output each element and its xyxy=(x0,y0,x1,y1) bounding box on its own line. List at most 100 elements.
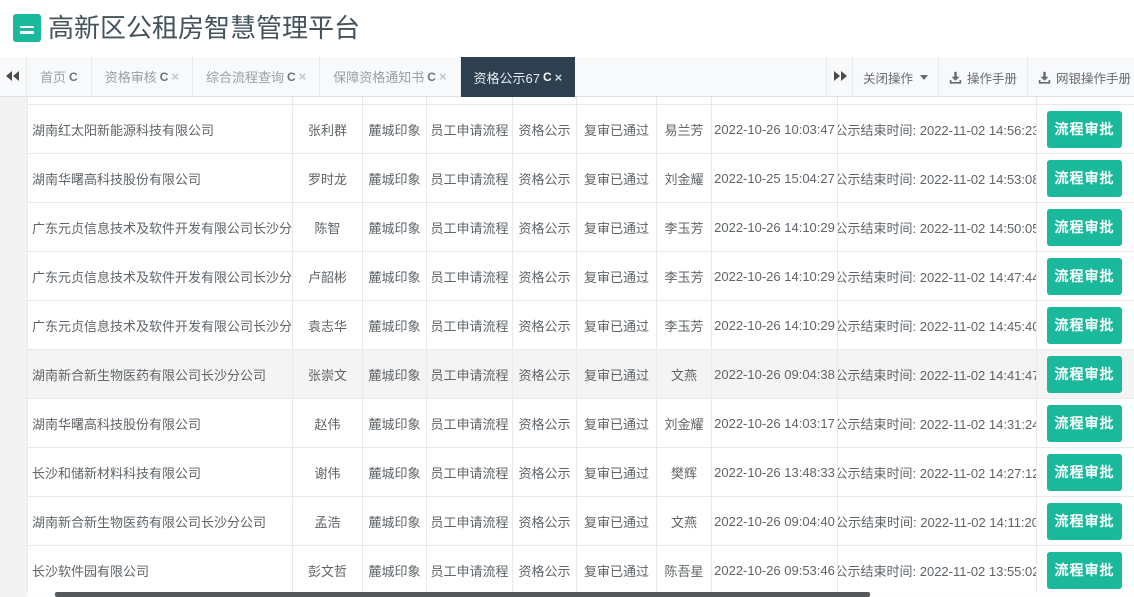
cell-apply-time: 2022-10-26 13:48:33 xyxy=(712,448,838,497)
refresh-icon[interactable]: C xyxy=(287,70,296,84)
cell-estate: 麓城印象 xyxy=(363,154,427,203)
cell-action: 流程审批 xyxy=(1037,399,1134,448)
cell-apply-time: 2022-10-25 15:04:27 xyxy=(712,154,838,203)
cell-estate: 麓城印象 xyxy=(363,301,427,350)
cell-action: 流程审批 xyxy=(1037,252,1134,301)
table-row[interactable]: 长沙和储新材料科技有限公司 谢伟 麓城印象 员工申请流程 资格公示 复审已通过 … xyxy=(27,448,1134,497)
table-row[interactable]: 广东元贞信息技术及软件开发有限公司长沙分公司 袁志华 麓城印象 员工申请流程 资… xyxy=(27,301,1134,350)
cell-flow-type: 员工申请流程 xyxy=(427,350,513,399)
refresh-icon[interactable]: C xyxy=(160,70,169,84)
tab-qualification-review[interactable]: 资格审核 C × xyxy=(92,57,193,96)
tabs-scroll-left-button[interactable] xyxy=(0,57,27,96)
cell-flow-type: 员工申请流程 xyxy=(427,203,513,252)
process-approval-button[interactable]: 流程审批 xyxy=(1047,356,1122,393)
cell-flow-type: 员工申请流程 xyxy=(427,301,513,350)
cell-auditor: 李玉芳 xyxy=(657,252,712,301)
cell-node: 资格公示 xyxy=(513,448,577,497)
cell-action: 流程审批 xyxy=(1037,350,1134,399)
cell-action: 流程审批 xyxy=(1037,497,1134,546)
table-row[interactable]: 湖南华曙高科技股份有限公司 罗时龙 麓城印象 员工申请流程 资格公示 复审已通过… xyxy=(27,154,1134,203)
cell-status: 复审已通过 xyxy=(577,252,657,301)
cell-action: 流程审批 xyxy=(1037,301,1134,350)
cell-apply-time: 2022-10-26 10:03:47 xyxy=(712,105,838,154)
cell-status: 复审已通过 xyxy=(577,546,657,595)
cell-publicity-end-time: 公示结束时间: 2022-11-02 14:47:44 xyxy=(838,252,1037,301)
close-operations-dropdown[interactable]: 关闭操作 xyxy=(853,57,939,97)
cell-publicity-end-time: 公示结束时间: 2022-11-02 14:27:12 xyxy=(838,448,1037,497)
cell-company: 湖南华曙高科技股份有限公司 xyxy=(27,154,293,203)
cell-node: 资格公示 xyxy=(513,252,577,301)
cell-status: 复审已通过 xyxy=(577,399,657,448)
cell-action: 流程审批 xyxy=(1037,546,1134,595)
table-row[interactable]: 长沙软件园有限公司 彭文哲 麓城印象 员工申请流程 资格公示 复审已通过 陈吾星… xyxy=(27,546,1134,595)
tab-qualification-publicity-active[interactable]: 资格公示67 C × xyxy=(461,57,576,97)
table-row[interactable]: 广东元贞信息技术及软件开发有限公司长沙分公司 卢韶彬 麓城印象 员工申请流程 资… xyxy=(27,252,1134,301)
cell-node: 资格公示 xyxy=(513,154,577,203)
cell-company: 湖南新合新生物医药有限公司长沙分公司 xyxy=(27,350,293,399)
tab-process-query[interactable]: 综合流程查询 C × xyxy=(193,57,320,96)
cell-company: 长沙软件园有限公司 xyxy=(27,546,293,595)
cell-applicant: 孟浩 xyxy=(293,497,363,546)
process-approval-button[interactable]: 流程审批 xyxy=(1047,307,1122,344)
cell-auditor: 刘金耀 xyxy=(657,154,712,203)
cell-apply-time: 2022-10-26 14:03:17 xyxy=(712,399,838,448)
table-row[interactable]: 湖南华曙高科技股份有限公司 赵伟 麓城印象 员工申请流程 资格公示 复审已通过 … xyxy=(27,399,1134,448)
cell-status: 复审已通过 xyxy=(577,497,657,546)
operation-manual-button[interactable]: 操作手册 xyxy=(939,57,1028,97)
process-approval-button[interactable]: 流程审批 xyxy=(1047,405,1122,442)
refresh-icon[interactable]: C xyxy=(543,70,552,84)
table-row[interactable]: 湖南新合新生物医药有限公司长沙分公司 孟浩 麓城印象 员工申请流程 资格公示 复… xyxy=(27,497,1134,546)
cell-applicant: 张利群 xyxy=(293,105,363,154)
cell-action: 流程审批 xyxy=(1037,203,1134,252)
cell-node: 资格公示 xyxy=(513,301,577,350)
cell-auditor: 文燕 xyxy=(657,497,712,546)
process-approval-button[interactable]: 流程审批 xyxy=(1047,160,1122,197)
cell-apply-time: 2022-10-26 14:10:29 xyxy=(712,252,838,301)
tab-list: 首页 C 资格审核 C × 综合流程查询 C × 保障资格通知书 C × 资格公… xyxy=(27,57,575,96)
process-approval-button[interactable]: 流程审批 xyxy=(1047,209,1122,246)
table-row[interactable]: 湖南红太阳新能源科技有限公司 张利群 麓城印象 员工申请流程 资格公示 复审已通… xyxy=(27,105,1134,154)
cell-node: 资格公示 xyxy=(513,497,577,546)
cell-publicity-end-time: 公示结束时间: 2022-11-02 14:50:05 xyxy=(838,203,1037,252)
cell-company: 广东元贞信息技术及软件开发有限公司长沙分公司 xyxy=(27,203,293,252)
process-approval-button[interactable]: 流程审批 xyxy=(1047,111,1122,148)
tabs-scroll-right-button[interactable] xyxy=(826,57,853,97)
cell-applicant: 陈智 xyxy=(293,203,363,252)
online-banking-manual-button[interactable]: 网银操作手册 xyxy=(1028,57,1134,97)
cell-flow-type: 员工申请流程 xyxy=(427,497,513,546)
tab-guarantee-notice[interactable]: 保障资格通知书 C × xyxy=(320,57,460,96)
table-row[interactable]: 湖南新合新生物医药有限公司长沙分公司 张崇文 麓城印象 员工申请流程 资格公示 … xyxy=(27,350,1134,399)
cell-estate: 麓城印象 xyxy=(363,203,427,252)
close-icon[interactable]: × xyxy=(171,70,179,83)
process-approval-button[interactable]: 流程审批 xyxy=(1047,258,1122,295)
refresh-icon[interactable]: C xyxy=(427,70,436,84)
close-icon[interactable]: × xyxy=(299,70,307,83)
sidebar-toggle-button[interactable] xyxy=(13,14,41,42)
fast-backward-icon xyxy=(6,68,20,86)
process-approval-button[interactable]: 流程审批 xyxy=(1047,454,1122,491)
table-row[interactable]: 广东元贞信息技术及软件开发有限公司长沙分公司 陈智 麓城印象 员工申请流程 资格… xyxy=(27,203,1134,252)
process-approval-button[interactable]: 流程审批 xyxy=(1047,503,1122,540)
horizontal-scrollbar[interactable] xyxy=(27,592,1134,597)
horizontal-scrollbar-thumb[interactable] xyxy=(55,592,870,597)
cell-auditor: 文燕 xyxy=(657,350,712,399)
tab-home[interactable]: 首页 C xyxy=(27,57,92,96)
cell-apply-time: 2022-10-26 09:53:46 xyxy=(712,546,838,595)
close-icon[interactable]: × xyxy=(555,71,563,84)
cell-flow-type: 员工申请流程 xyxy=(427,105,513,154)
cell-flow-type: 员工申请流程 xyxy=(427,252,513,301)
cell-applicant: 罗时龙 xyxy=(293,154,363,203)
cell-auditor: 樊辉 xyxy=(657,448,712,497)
table-row-partial xyxy=(27,97,1134,105)
cell-apply-time: 2022-10-26 09:04:38 xyxy=(712,350,838,399)
cell-status: 复审已通过 xyxy=(577,301,657,350)
cell-node: 资格公示 xyxy=(513,350,577,399)
close-icon[interactable]: × xyxy=(439,70,447,83)
cell-node: 资格公示 xyxy=(513,203,577,252)
process-approval-button[interactable]: 流程审批 xyxy=(1047,552,1122,589)
refresh-icon[interactable]: C xyxy=(69,70,78,84)
cell-applicant: 谢伟 xyxy=(293,448,363,497)
cell-auditor: 李玉芳 xyxy=(657,203,712,252)
cell-publicity-end-time: 公示结束时间: 2022-11-02 14:31:24 xyxy=(838,399,1037,448)
tab-bar: 首页 C 资格审核 C × 综合流程查询 C × 保障资格通知书 C × 资格公… xyxy=(0,57,1134,97)
